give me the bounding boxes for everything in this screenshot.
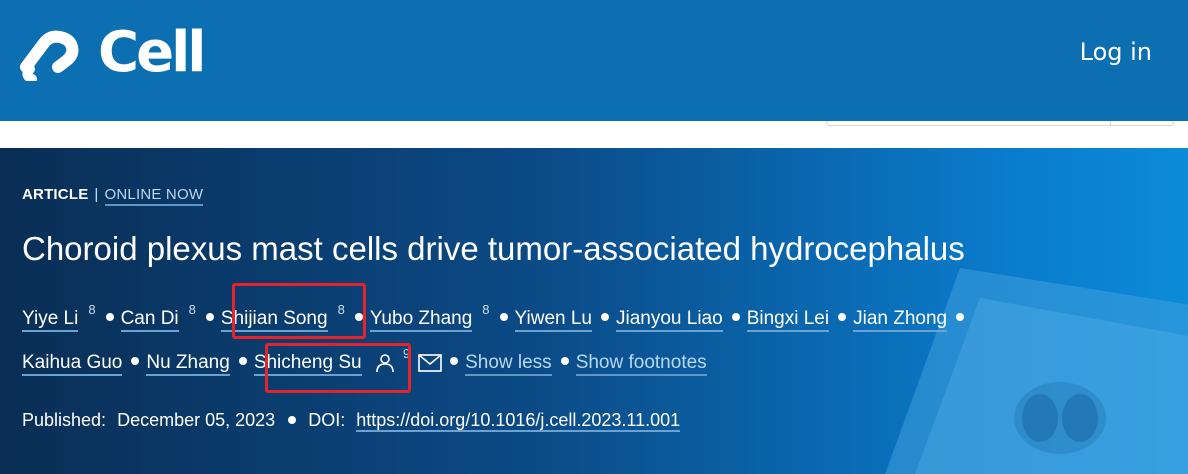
author-link[interactable]: Kaihua Guo	[22, 352, 123, 376]
separator-dot	[601, 313, 609, 322]
search-box-divider	[1110, 121, 1111, 126]
cover-image-decoration	[885, 268, 1188, 474]
author-link[interactable]: Jianyou Liao	[616, 308, 723, 332]
envelope-icon[interactable]	[418, 354, 442, 372]
cell-logo-icon	[20, 30, 79, 81]
show-less-button[interactable]: Show less	[465, 352, 552, 376]
author-link[interactable]: Jian Zhong	[853, 308, 948, 332]
logo-text: Cell	[98, 20, 206, 85]
author-link[interactable]: Yiwen Lu	[514, 308, 592, 332]
separator-dot	[956, 313, 965, 322]
author-row: Yiye Li 8 Can Di 8 Shijian Song 8 Yubo Zhang 8 Y…	[22, 302, 971, 332]
author-link[interactable]: Yubo Zhang	[369, 308, 473, 332]
author-link[interactable]: Can Di	[120, 308, 179, 332]
author-link[interactable]: Nu Zhang	[146, 352, 230, 376]
show-footnotes-button[interactable]: Show footnotes	[575, 352, 707, 376]
search-strip	[0, 121, 1188, 148]
cell-logo[interactable]: Cell	[20, 21, 206, 85]
separator-dot	[131, 357, 140, 366]
published-date: December 05, 2023	[117, 410, 276, 430]
article-kicker: ARTICLE | ONLINE NOW	[22, 186, 204, 206]
article-title: Choroid plexus mast cells drive tumor-as…	[22, 230, 965, 267]
published-label: Published:	[22, 410, 107, 430]
author-link[interactable]: Bingxi Lei	[746, 308, 830, 332]
footnote-ref[interactable]: 8	[88, 302, 95, 317]
separator-dot	[560, 357, 569, 366]
doi-label: DOI:	[308, 410, 346, 430]
separator-dot	[731, 313, 740, 322]
kicker-separator: |	[94, 186, 99, 203]
separator-dot	[499, 313, 508, 322]
login-link[interactable]: Log in	[1080, 38, 1152, 66]
separator-dot	[105, 313, 114, 322]
publication-info: Published: December 05, 2023 DOI: https:…	[22, 410, 681, 432]
separator-dot	[205, 313, 214, 322]
article-hero: ARTICLE | ONLINE NOW Choroid plexus mast c…	[0, 148, 1188, 474]
separator-dot	[288, 415, 297, 424]
footnote-ref[interactable]: 8	[189, 302, 196, 317]
footnote-ref[interactable]: 8	[482, 302, 489, 317]
search-box-edge[interactable]	[826, 121, 1174, 126]
separator-dot	[838, 313, 847, 322]
site-header: Cell Log in	[0, 0, 1188, 121]
highlight-box	[265, 343, 411, 393]
article-type: ARTICLE	[22, 186, 89, 203]
separator-dot	[450, 357, 459, 366]
highlight-box	[232, 283, 366, 339]
separator-dot	[238, 357, 247, 366]
author-link[interactable]: Yiye Li	[22, 308, 79, 332]
doi-link[interactable]: https://doi.org/10.1016/j.cell.2023.11.0…	[356, 410, 681, 432]
online-now-link[interactable]: ONLINE NOW	[104, 186, 204, 206]
